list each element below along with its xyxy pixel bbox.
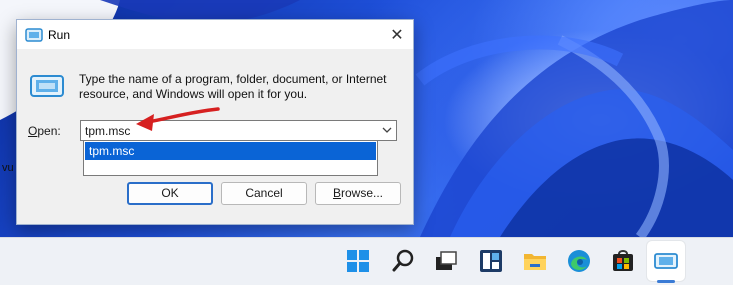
open-input[interactable]: tpm.msc <box>85 124 130 138</box>
run-dialog-icon <box>30 75 64 97</box>
title-bar[interactable]: Run ✕ <box>17 20 413 49</box>
close-icon: ✕ <box>390 26 404 44</box>
window-title: Run <box>48 28 71 42</box>
open-label-accelerator: O <box>28 124 38 138</box>
open-label: Open: <box>28 124 61 138</box>
open-combobox[interactable]: tpm.msc <box>80 120 397 141</box>
task-view-icon[interactable] <box>433 248 459 274</box>
close-button[interactable]: ✕ <box>381 20 413 49</box>
annotation-arrow-icon <box>136 107 220 131</box>
desktop-stray-text: vu <box>2 162 14 174</box>
edge-icon[interactable] <box>566 248 592 274</box>
dialog-description: Type the name of a program, folder, docu… <box>79 72 387 101</box>
file-explorer-icon[interactable] <box>522 248 548 274</box>
run-taskbar-icon[interactable] <box>653 248 679 274</box>
open-label-text: pen: <box>37 124 61 138</box>
browse-label: rowse... <box>341 186 384 200</box>
run-app-icon <box>25 28 43 42</box>
active-app-indicator <box>657 280 675 283</box>
autocomplete-dropdown: tpm.msc <box>83 140 378 176</box>
store-icon[interactable] <box>610 248 636 274</box>
taskbar <box>0 237 733 285</box>
browse-accelerator: B <box>332 186 341 200</box>
widgets-icon[interactable] <box>478 248 504 274</box>
ok-button[interactable]: OK <box>127 182 213 205</box>
autocomplete-suggestion[interactable]: tpm.msc <box>85 142 376 160</box>
browse-button[interactable]: Browse... <box>315 182 401 205</box>
cancel-button[interactable]: Cancel <box>221 182 307 205</box>
search-icon[interactable] <box>390 248 416 274</box>
start-icon[interactable] <box>345 248 371 274</box>
chevron-down-icon[interactable] <box>381 123 393 137</box>
